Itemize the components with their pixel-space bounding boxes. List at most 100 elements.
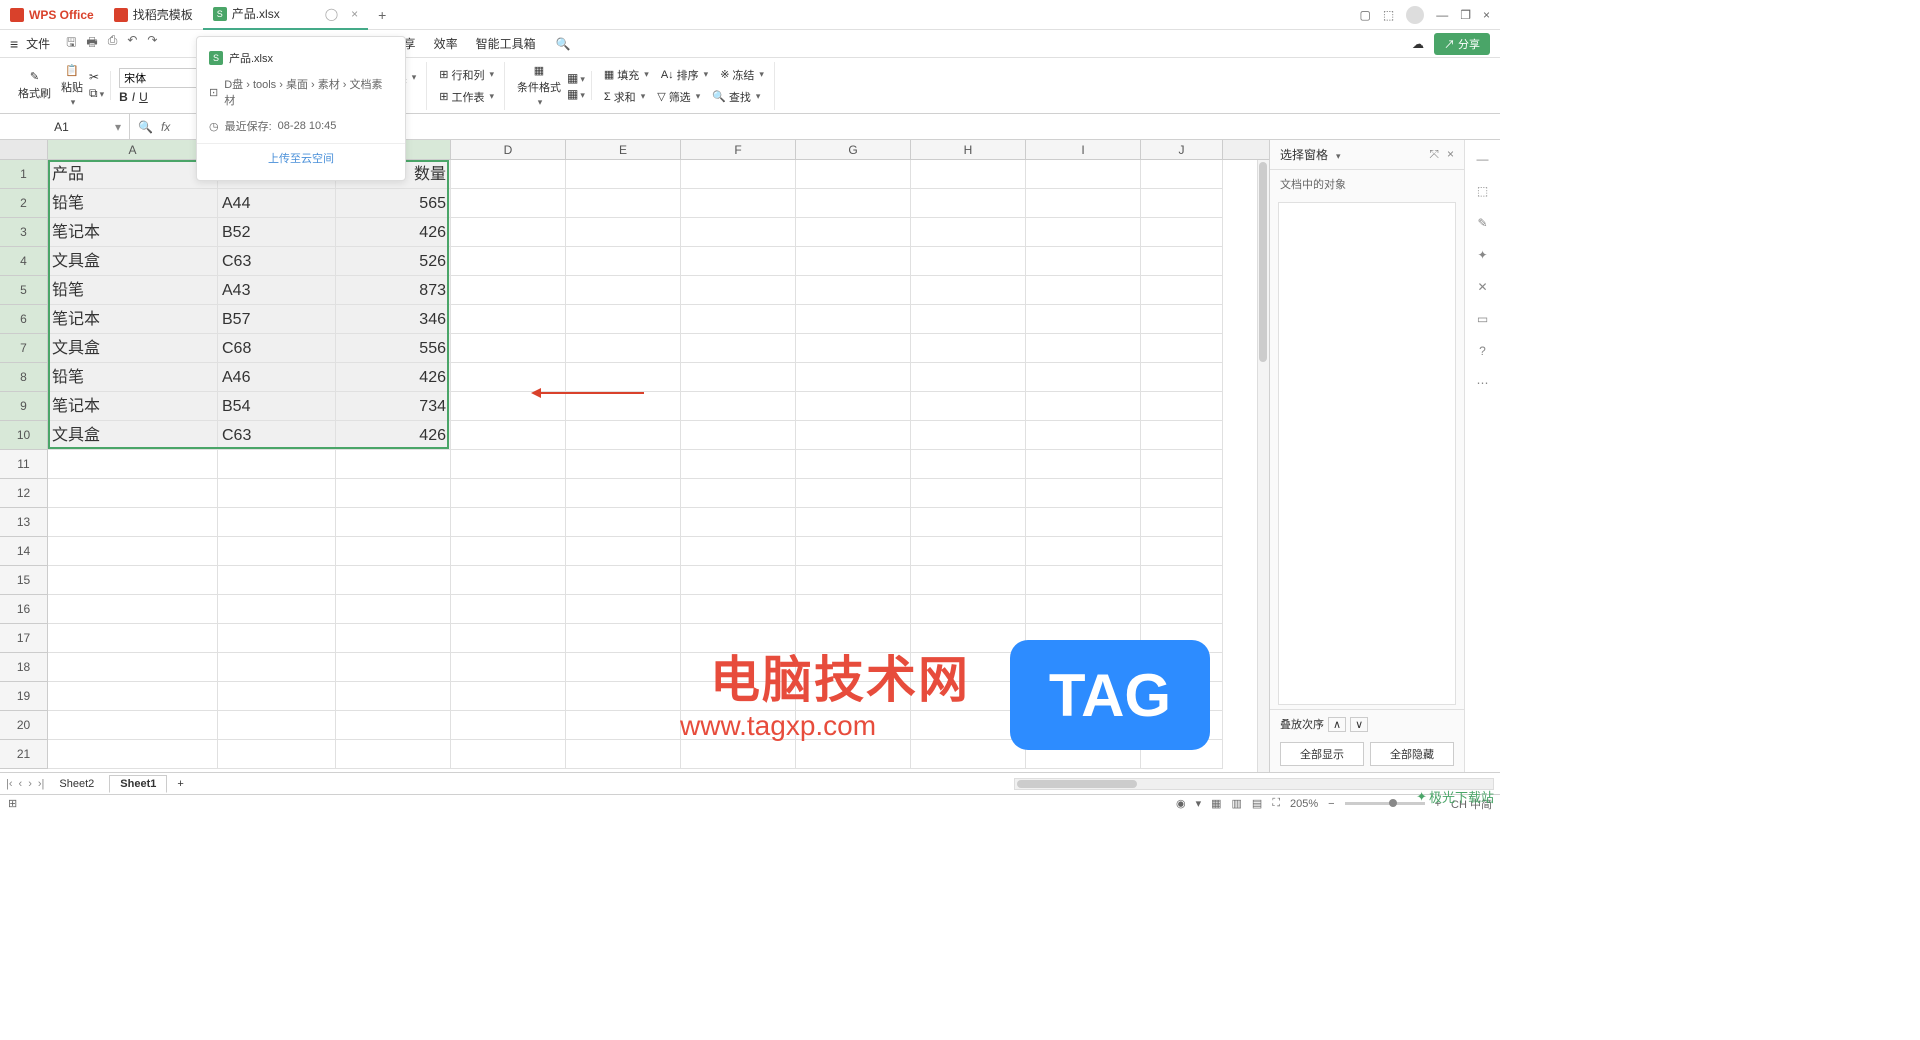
cell[interactable]: 556 [336, 334, 451, 363]
cell[interactable] [566, 566, 681, 595]
cell[interactable] [681, 218, 796, 247]
pane-title-dropdown[interactable] [1334, 148, 1341, 162]
row-header[interactable]: 6 [0, 305, 48, 334]
cell[interactable] [1141, 392, 1223, 421]
pin-icon[interactable]: ⤧ [1429, 147, 1439, 162]
maximize-button[interactable]: ❐ [1460, 8, 1471, 22]
cell[interactable]: B57 [218, 305, 336, 334]
bold-button[interactable]: B [119, 90, 128, 104]
fx-icon[interactable]: fx [161, 120, 170, 134]
italic-button[interactable]: I [132, 90, 135, 104]
panel-icon[interactable]: ▢ [1360, 8, 1371, 22]
cell[interactable] [1026, 218, 1141, 247]
cell[interactable] [451, 479, 566, 508]
cell[interactable]: 文具盒 [48, 421, 218, 450]
cond-format-button[interactable]: ▦条件格式 [513, 62, 565, 110]
cell[interactable]: C63 [218, 247, 336, 276]
cell[interactable]: 734 [336, 392, 451, 421]
cut-icon[interactable]: ✂ [89, 70, 104, 84]
cell[interactable] [336, 537, 451, 566]
cell[interactable]: C63 [218, 421, 336, 450]
cell[interactable] [1026, 305, 1141, 334]
save-icon[interactable]: 🖫 [66, 33, 76, 54]
cell[interactable] [218, 595, 336, 624]
cell[interactable] [911, 450, 1026, 479]
close-button[interactable]: × [1483, 8, 1490, 22]
cell[interactable] [1141, 595, 1223, 624]
cell[interactable] [911, 479, 1026, 508]
help-icon[interactable]: ? [1474, 342, 1492, 360]
sheet-tab-sheet2[interactable]: Sheet2 [48, 775, 105, 793]
cell[interactable] [1141, 508, 1223, 537]
cell[interactable] [1026, 392, 1141, 421]
cell[interactable] [451, 247, 566, 276]
column-header[interactable]: I [1026, 140, 1141, 159]
cell[interactable] [336, 653, 451, 682]
tab-add-button[interactable]: + [368, 7, 396, 23]
cell[interactable] [796, 363, 911, 392]
move-down-button[interactable]: ∨ [1350, 717, 1368, 732]
row-header[interactable]: 12 [0, 479, 48, 508]
cell[interactable] [566, 189, 681, 218]
cell[interactable] [796, 595, 911, 624]
cell[interactable] [796, 508, 911, 537]
cell[interactable] [1141, 218, 1223, 247]
more-icon[interactable]: ⋯ [1474, 374, 1492, 392]
cell[interactable] [681, 363, 796, 392]
cell[interactable] [1026, 334, 1141, 363]
row-header[interactable]: 7 [0, 334, 48, 363]
cell[interactable]: A44 [218, 189, 336, 218]
cell[interactable] [566, 537, 681, 566]
cell[interactable] [336, 450, 451, 479]
cell[interactable] [911, 305, 1026, 334]
column-header[interactable]: H [911, 140, 1026, 159]
copy-icon[interactable]: ⧉ [89, 86, 104, 101]
column-header[interactable]: J [1141, 140, 1223, 159]
column-header[interactable]: E [566, 140, 681, 159]
cell[interactable] [796, 218, 911, 247]
tab-product-xlsx[interactable]: S 产品.xlsx ◯ × [203, 0, 368, 30]
cell[interactable] [1141, 566, 1223, 595]
menu-file[interactable]: 文件 [26, 35, 50, 52]
find-button[interactable]: 🔍 查找 [708, 87, 764, 107]
name-box[interactable]: A1▾ [0, 114, 130, 139]
select-icon[interactable]: ⬚ [1474, 182, 1492, 200]
tab-comment-icon[interactable]: ◯ [325, 7, 338, 21]
view-icon-2[interactable]: ▾ [1196, 797, 1202, 810]
cell[interactable] [566, 392, 681, 421]
cell[interactable] [1026, 595, 1141, 624]
cell[interactable] [681, 160, 796, 189]
column-header[interactable]: F [681, 140, 796, 159]
cell[interactable] [451, 508, 566, 537]
row-header[interactable]: 3 [0, 218, 48, 247]
cell[interactable]: 文具盒 [48, 334, 218, 363]
cell[interactable] [451, 421, 566, 450]
cell[interactable] [566, 711, 681, 740]
menu-tab[interactable]: 智能工具箱 [476, 35, 536, 52]
cell[interactable] [451, 740, 566, 769]
cell[interactable] [48, 624, 218, 653]
select-all-corner[interactable] [0, 140, 48, 159]
cube-icon[interactable]: ⬚ [1383, 8, 1394, 22]
row-header[interactable]: 21 [0, 740, 48, 769]
cell[interactable] [1141, 421, 1223, 450]
cell[interactable] [451, 189, 566, 218]
column-header[interactable]: G [796, 140, 911, 159]
cell[interactable] [451, 450, 566, 479]
cell[interactable] [681, 392, 796, 421]
move-up-button[interactable]: ∧ [1328, 717, 1346, 732]
cell[interactable] [451, 305, 566, 334]
cell[interactable] [1141, 363, 1223, 392]
row-header[interactable]: 5 [0, 276, 48, 305]
cell[interactable] [1026, 508, 1141, 537]
cell[interactable] [566, 682, 681, 711]
format-brush-button[interactable]: ✎格式刷 [14, 68, 55, 103]
row-header[interactable]: 10 [0, 421, 48, 450]
worksheet-button[interactable]: ⊞ 工作表 [435, 87, 498, 107]
hamburger-icon[interactable]: ≡ [10, 36, 18, 52]
cell[interactable] [48, 479, 218, 508]
cell[interactable] [911, 334, 1026, 363]
cell[interactable] [336, 595, 451, 624]
cell[interactable] [218, 537, 336, 566]
cell[interactable] [796, 740, 911, 769]
